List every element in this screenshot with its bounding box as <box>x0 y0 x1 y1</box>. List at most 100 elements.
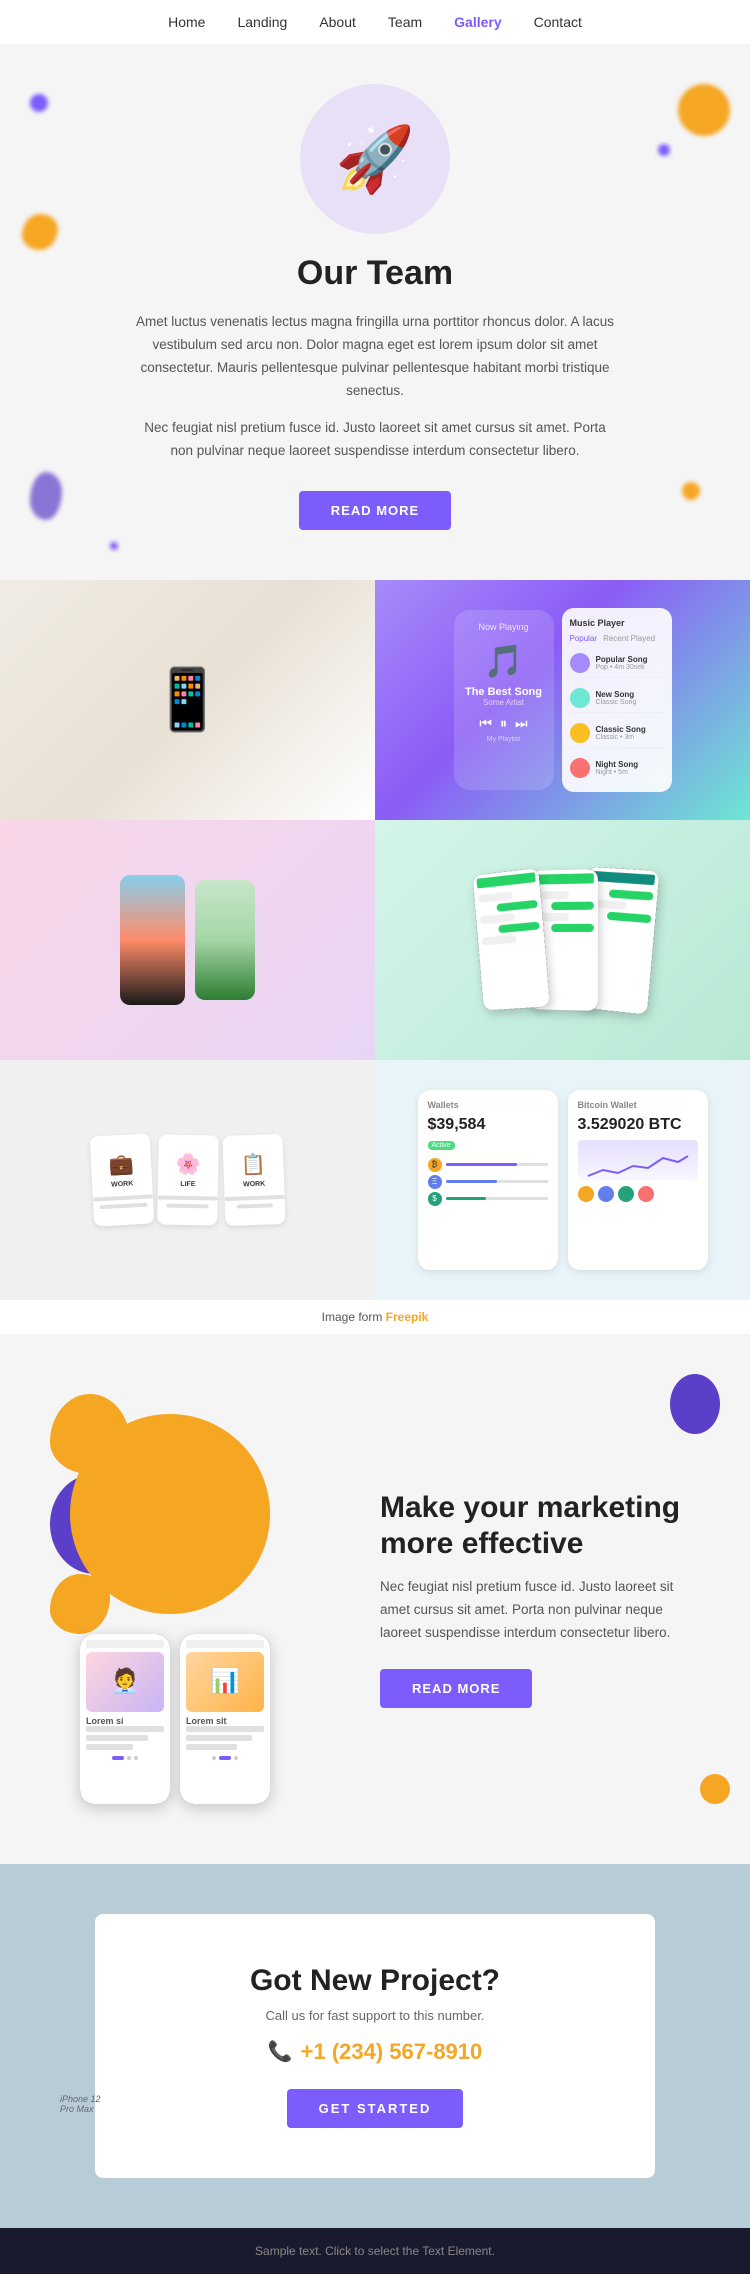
wallet-bar-fill-1 <box>446 1163 517 1166</box>
iphone-screen-2 <box>195 880 255 1000</box>
wallet-bar-fill-3 <box>446 1197 487 1200</box>
wallet-bar-bg-2 <box>446 1180 548 1183</box>
hero-read-more-button[interactable]: READ MORE <box>299 491 451 530</box>
chat-screen-1 <box>472 867 550 1010</box>
hero-section: 🚀 Our Team Amet luctus venenatis lectus … <box>0 44 750 580</box>
app-card-icon-3: 📋 <box>240 1151 266 1177</box>
song-name-4: Night Song <box>596 760 639 769</box>
wallet-bar-bg-3 <box>446 1197 548 1200</box>
chat-header-bar-2 <box>532 873 593 884</box>
song-dot-3 <box>570 723 590 743</box>
mkt-bar-4 <box>186 1726 264 1732</box>
nav-gallery[interactable]: Gallery <box>454 14 501 30</box>
mkt-bar-5 <box>186 1735 252 1741</box>
nav-contact[interactable]: Contact <box>534 14 582 30</box>
chat-bubble2-r2 <box>550 923 593 931</box>
music-next-icon: ⏭ <box>515 715 528 732</box>
cta-title: Got New Project? <box>135 1964 615 1998</box>
mkt-dot-2 <box>127 1756 131 1760</box>
nav-team[interactable]: Team <box>388 14 422 30</box>
hero-desc2: Nec feugiat nisl pretium fusce id. Justo… <box>135 417 615 463</box>
chat-bubble-l3 <box>481 934 517 945</box>
mkt-dot-6 <box>234 1756 238 1760</box>
blob-orange-bottomright <box>682 482 700 500</box>
music-play-icon: ⏸ <box>500 715 507 732</box>
wallet-coin-list <box>578 1186 698 1202</box>
blob-orange-topright <box>678 84 730 136</box>
mkt-dots-2 <box>186 1756 264 1760</box>
app-card-label-1: WORK <box>110 1180 133 1188</box>
iphone-screen-1 <box>120 875 185 1005</box>
app-card-label-3: WORK <box>242 1180 264 1188</box>
marketing-text-area: Make your marketing more effective Nec f… <box>380 1490 700 1708</box>
mkt-phone-1: 🧑‍💼 Lorem si <box>80 1634 170 1804</box>
song-info-2: New Song Classic Song <box>596 690 637 706</box>
wallet-item-1: ₿ <box>428 1158 548 1172</box>
mkt-phone-content-2 <box>186 1726 264 1750</box>
mkt-phone-illustration-2: 📊 <box>186 1652 264 1712</box>
gallery-item-chat <box>375 820 750 1060</box>
chat-bubble-l2 <box>479 913 514 924</box>
marketing-phones-area: 🧑‍💼 Lorem si <box>50 1394 350 1804</box>
wallet-bar-fill-2 <box>446 1180 497 1183</box>
chat-phone-1 <box>472 867 550 1010</box>
marketing-title: Make your marketing more effective <box>380 1490 700 1562</box>
nav-landing[interactable]: Landing <box>237 14 287 30</box>
song-row-1: Popular Song Pop • 4m 30sek <box>570 649 664 678</box>
gallery-grid: 📱 Now Playing 🎵 The Best Song Some Artis… <box>0 580 750 1300</box>
music-wave-icon: 🎵 <box>484 642 524 680</box>
nav-about[interactable]: About <box>319 14 356 30</box>
mkt-phone-2: 📊 Lorem sit <box>180 1634 270 1804</box>
mkt-phone-label-2: Lorem sit <box>186 1716 264 1726</box>
music-artist: Some Artist <box>483 698 524 707</box>
hero-illustration: 🚀 <box>335 127 415 191</box>
wallet-title-1: Wallets <box>428 1100 548 1110</box>
song-row-4: Night Song Night • 5m <box>570 754 664 782</box>
song-info-1: Popular Song Pop • 4m 30sek <box>596 655 648 671</box>
wallet-item-3: $ <box>428 1192 548 1206</box>
song-dot-2 <box>570 688 590 708</box>
gallery-item-app-cards: 💼 WORK 🌸 LIFE 📋 WORK <box>0 1060 375 1300</box>
mkt-dot-5-active <box>219 1756 231 1760</box>
mkt-dot-4 <box>212 1756 216 1760</box>
chat-bubble-r1 <box>496 899 538 911</box>
gallery-caption-link[interactable]: Freepik <box>386 1310 429 1324</box>
gallery-caption-prefix: Image form <box>322 1310 386 1324</box>
blob-purple-topright <box>658 144 670 156</box>
wallet-amount-1: $39,584 <box>428 1116 548 1134</box>
cta-box: Got New Project? Call us for fast suppor… <box>95 1914 655 2178</box>
mkt-phones-group: 🧑‍💼 Lorem si <box>80 1634 350 1804</box>
app-card-1: 💼 WORK <box>89 1133 154 1226</box>
chat-bubble3-r2 <box>606 911 651 923</box>
wallet-bar-bg-1 <box>446 1163 548 1166</box>
wallet-items: ₿ Ξ $ <box>428 1158 548 1206</box>
wallet-item-2: Ξ <box>428 1175 548 1189</box>
wallet-chart-svg <box>580 1148 696 1178</box>
song-name-1: Popular Song <box>596 655 648 664</box>
chat-bubble-l1 <box>477 891 512 902</box>
music-player-header: Music Player <box>570 618 664 628</box>
gallery-section: 📱 Now Playing 🎵 The Best Song Some Artis… <box>0 580 750 1334</box>
wallet-title-2: Bitcoin Wallet <box>578 1100 698 1110</box>
app-card-bar-2 <box>99 1202 147 1209</box>
chat-bubble3-r1 <box>608 889 653 900</box>
nav-home[interactable]: Home <box>168 14 205 30</box>
gallery-item-wallet: Wallets $39,584 Active ₿ Ξ <box>375 1060 750 1300</box>
song-dot-1 <box>570 653 590 673</box>
hero-title: Our Team <box>80 254 670 293</box>
app-card-2: 🌸 LIFE <box>157 1134 219 1225</box>
wallet-card-1: Wallets $39,584 Active ₿ Ξ <box>418 1090 558 1270</box>
cta-get-started-button[interactable]: GET STARTED <box>287 2089 464 2128</box>
marketing-read-more-button[interactable]: READ MORE <box>380 1669 532 1708</box>
footer-text: Sample text. Click to select the Text El… <box>255 2244 495 2258</box>
wallet-list-coin-3 <box>618 1186 634 1202</box>
wallet-badge-1: Active <box>428 1141 455 1150</box>
wallet-list-coin-1 <box>578 1186 594 1202</box>
mkt-blob-purple-right <box>670 1374 720 1434</box>
mkt-bar-1 <box>86 1726 164 1732</box>
mkt-dots-1 <box>86 1756 164 1760</box>
mkt-bar-2 <box>86 1735 148 1741</box>
mkt-phone-screen-2: 📊 Lorem sit <box>180 1634 270 1804</box>
mkt-phone-screen-1: 🧑‍💼 Lorem si <box>80 1634 170 1804</box>
app-card-icon-2: 🌸 <box>175 1151 200 1176</box>
